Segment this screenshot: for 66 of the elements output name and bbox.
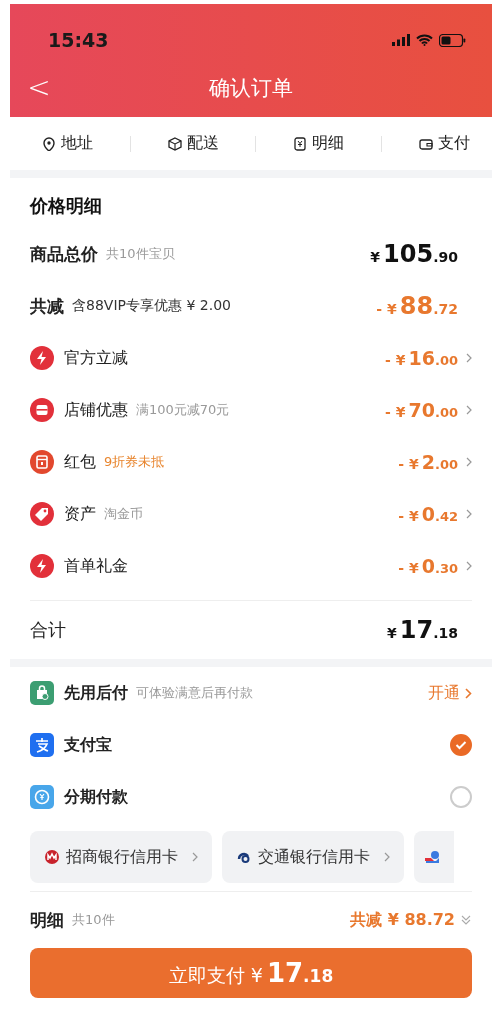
envelope-icon: [30, 450, 54, 474]
row-label: 首单礼金: [64, 555, 128, 577]
anchor-tab[interactable]: 明细: [293, 133, 345, 154]
clock-coin-icon: [30, 785, 54, 809]
chevron-right-icon: [192, 852, 198, 862]
shopping-bag-icon: [30, 681, 54, 705]
row-note: 共10件宝贝: [106, 245, 175, 263]
row-label: 商品总价: [30, 242, 98, 266]
signal-icon: [392, 34, 410, 46]
bank-card-option[interactable]: [414, 831, 454, 883]
row-note: 含88VIP专享优惠 ¥ 2.00: [72, 297, 231, 315]
hand-coin-icon: [424, 849, 440, 865]
total-value: ¥17.18: [387, 616, 458, 644]
row-label: 官方立减: [64, 347, 128, 369]
row-note: 9折券未抵: [104, 453, 165, 471]
discount-value: - ¥0.42: [398, 503, 458, 525]
location-pin-icon: [42, 136, 56, 151]
chevron-right-icon: [466, 561, 472, 571]
payment-method-label: 分期付款: [64, 786, 128, 808]
payment-logo-icon: [30, 733, 54, 757]
shop-icon: [30, 398, 54, 422]
radio-button[interactable]: [450, 786, 472, 808]
discount-value: - ¥16.00: [385, 347, 458, 369]
chevron-right-icon: [466, 405, 472, 415]
section-title: 价格明细: [30, 194, 103, 218]
battery-icon: [439, 33, 466, 47]
wallet-icon: [418, 136, 433, 151]
anchor-tab[interactable]: 地址: [42, 133, 93, 154]
payment-method-label: 支付宝: [64, 734, 112, 756]
chevron-right-icon: [466, 457, 472, 467]
total-label: 合计: [30, 618, 66, 642]
chevron-right-icon: [384, 852, 390, 862]
box-icon: [167, 136, 182, 151]
chevron-right-icon: [466, 509, 472, 519]
row-label: 共减: [30, 294, 64, 318]
page-title: 确认订单: [209, 75, 293, 102]
anchor-tab[interactable]: 支付: [418, 133, 470, 154]
payment-note: 可体验满意后再付款: [136, 684, 253, 702]
discount-value: - ¥70.00: [385, 399, 458, 421]
receipt-icon: [293, 136, 308, 151]
discount-value: - ¥2.00: [398, 451, 458, 473]
bank-card-option[interactable]: 交通银行信用卡: [222, 831, 404, 883]
row-label: 资产: [64, 503, 96, 525]
bank-card-option[interactable]: 招商银行信用卡: [30, 831, 212, 883]
checkmark-icon: [455, 740, 467, 750]
wifi-icon: [416, 34, 433, 46]
detail-label: 明细: [30, 908, 64, 932]
chevron-right-icon: [465, 687, 472, 699]
lightning-icon: [30, 346, 54, 370]
status-time: 15:43: [48, 29, 109, 51]
radio-button[interactable]: [450, 734, 472, 756]
back-button[interactable]: <: [24, 73, 54, 103]
row-note: 淘金币: [104, 505, 143, 523]
item-count: 共10件: [72, 911, 115, 929]
anchor-tab[interactable]: 配送: [167, 133, 219, 154]
lightning-icon: [30, 554, 54, 578]
double-chevron-down-icon: [460, 914, 472, 926]
price-value: ¥105.90: [370, 240, 458, 268]
row-note: 满100元减70元: [136, 401, 230, 419]
price-value: - ¥88.72: [376, 292, 458, 320]
row-label: 店铺优惠: [64, 399, 128, 421]
discount-value: - ¥0.30: [398, 555, 458, 577]
chevron-right-icon: [466, 353, 472, 363]
payment-method-label: 先用后付: [64, 682, 128, 704]
row-label: 红包: [64, 451, 96, 473]
tag-icon: [30, 502, 54, 526]
